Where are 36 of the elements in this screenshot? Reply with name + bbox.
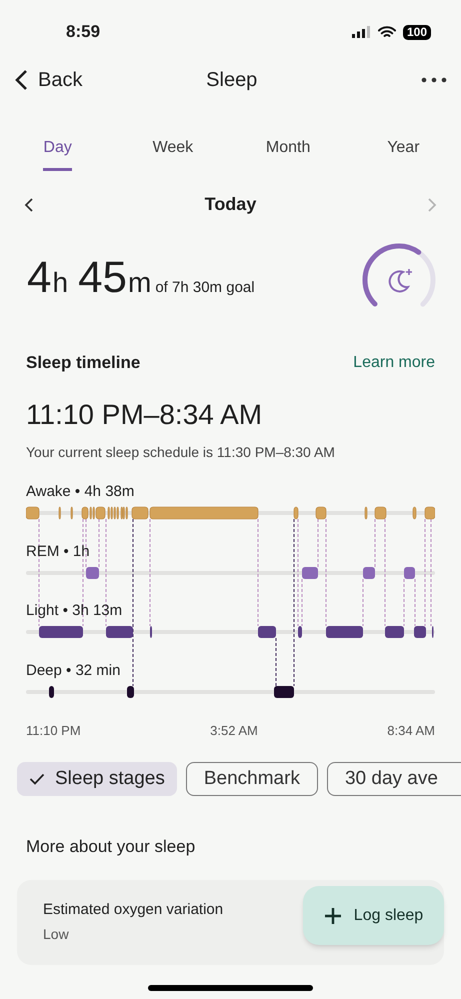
back-chevron-icon bbox=[14, 69, 28, 91]
stage-label: Awake • 4h 38m bbox=[26, 482, 134, 500]
page-title: Sleep bbox=[206, 68, 258, 93]
previous-day-icon[interactable] bbox=[24, 198, 34, 212]
stage-label: Light • 3h 13m bbox=[26, 602, 122, 620]
signal-icon bbox=[352, 26, 371, 38]
card-title: Estimated oxygen variation bbox=[43, 900, 224, 920]
wifi-icon bbox=[378, 26, 396, 38]
plus-icon bbox=[324, 906, 342, 924]
oxygen-card[interactable]: Estimated oxygen variation Low bbox=[17, 880, 301, 965]
check-icon bbox=[29, 773, 45, 785]
filter-chip[interactable]: 30 day ave bbox=[326, 762, 461, 796]
sleep-time-range: 11:10 PM–8:34 AM bbox=[25, 398, 264, 432]
filter-chip[interactable]: Sleep stages bbox=[17, 762, 177, 796]
learn-more-link[interactable]: Learn more bbox=[353, 350, 435, 375]
schedule-text: Your current sleep schedule is 11:30 PM–8:30 AM bbox=[25, 442, 336, 462]
more-options-icon[interactable] bbox=[421, 77, 447, 83]
time-axis-label: 11:10 PM bbox=[26, 722, 81, 740]
sleep-duration: 4h 45m of 7h 30m goal bbox=[27, 256, 255, 304]
section-title: Sleep timeline bbox=[26, 352, 140, 374]
log-sleep-button[interactable]: Log sleep bbox=[303, 886, 444, 945]
stage-label: Deep • 32 min bbox=[26, 662, 120, 680]
battery-indicator: 100 bbox=[402, 24, 431, 40]
filter-chip[interactable]: Benchmark bbox=[186, 762, 318, 796]
back-button[interactable]: Back bbox=[14, 65, 82, 95]
stage-label: REM • 1h bbox=[26, 542, 90, 560]
section-title: More about your sleep bbox=[25, 836, 196, 858]
period-tab[interactable]: Year bbox=[387, 136, 420, 171]
time-axis-label: 3:52 AM bbox=[210, 722, 258, 740]
date-label: Today bbox=[204, 193, 256, 216]
card-value: Low bbox=[43, 925, 69, 944]
period-tab[interactable]: Month bbox=[266, 136, 310, 171]
period-tab[interactable]: Week bbox=[152, 136, 194, 171]
status-time: 8:59 bbox=[66, 21, 100, 44]
period-tab[interactable]: Day bbox=[43, 136, 72, 171]
time-axis-label: 8:34 AM bbox=[387, 722, 435, 740]
